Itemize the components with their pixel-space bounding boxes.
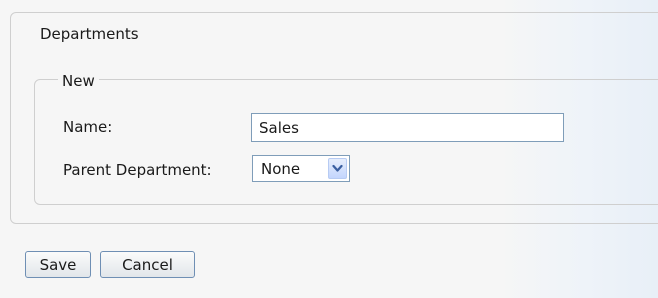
save-button[interactable]: Save	[25, 251, 91, 278]
new-department-fieldset	[34, 79, 658, 205]
cancel-button[interactable]: Cancel	[100, 251, 195, 278]
select-dropdown-button[interactable]	[328, 158, 347, 179]
parent-department-selected-value: None	[261, 160, 301, 178]
new-department-legend: New	[58, 72, 99, 90]
name-input[interactable]	[251, 113, 564, 142]
chevron-down-icon	[332, 164, 343, 172]
departments-legend: Departments	[36, 25, 143, 43]
parent-department-label: Parent Department:	[63, 161, 212, 179]
name-label: Name:	[63, 118, 113, 136]
parent-department-select[interactable]: None	[252, 155, 350, 182]
